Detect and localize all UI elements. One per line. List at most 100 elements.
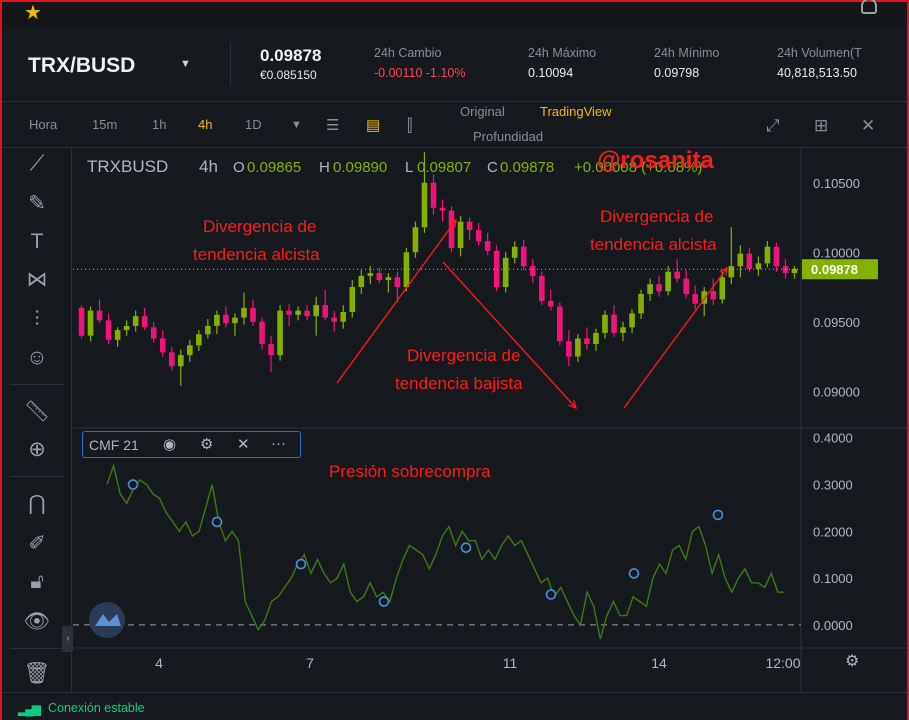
annotation-bullish-1-line1: Divergencia de [203, 217, 316, 236]
candle-body [241, 307, 247, 318]
candle-body [674, 271, 680, 279]
candle-body [665, 271, 671, 292]
eye-icon[interactable]: 👁︎ [22, 608, 52, 636]
view-depth[interactable]: Profundidad [473, 129, 543, 144]
cmf-axis[interactable]: 0.4000 0.3000 0.2000 0.1000 0.0000 [813, 431, 853, 633]
legend-low-label: L [405, 159, 413, 176]
indicator-name: CMF 21 [89, 437, 139, 453]
brush-icon[interactable]: ✎ [22, 190, 52, 218]
price-axis[interactable]: 0.10500 0.10000 0.09500 0.09000 0.09878 [802, 176, 878, 400]
timeframe-15m[interactable]: 15m [92, 117, 117, 132]
annotation-bullish-2-line1: Divergencia de [600, 207, 713, 226]
candle-body [439, 207, 446, 211]
chart-settings-icon[interactable]: ⚙ [845, 653, 859, 670]
zoom-in-icon[interactable]: ⊕ [22, 436, 52, 464]
indicator-settings-icon[interactable]: ⚙ [200, 435, 213, 453]
cmf-marker [295, 558, 307, 570]
timeframe-1d[interactable]: 1D [245, 117, 262, 132]
chart-area[interactable]: 0.10500 0.10000 0.09500 0.09000 0.09878 0.40… [73, 147, 907, 692]
stat-24h-change: 24h Cambio -0.00110 -1.10% [374, 46, 466, 80]
lock-drawing-icon[interactable]: ✐ [22, 530, 52, 558]
favorite-star-icon[interactable]: ★ [24, 0, 42, 25]
candle-body [602, 314, 608, 333]
prediction-icon[interactable]: ⫶ [22, 306, 52, 334]
timeframe-hora[interactable]: Hora [29, 117, 57, 132]
indicator-legend[interactable]: CMF 21 ◉ ⚙ ✕ ··· [82, 431, 301, 458]
timeframe-1h[interactable]: 1h [152, 117, 166, 132]
annotation-bearish-line2: tendencia bajista [395, 374, 523, 393]
cmf-marker [460, 542, 472, 553]
time-axis[interactable]: 4 7 11 14 12:00 [155, 655, 801, 671]
candle-body [638, 293, 644, 314]
visibility-eye-icon[interactable]: ◉ [163, 435, 176, 453]
candle-body [205, 325, 211, 335]
candle-body [196, 334, 202, 346]
last-price: 0.09878 [260, 46, 322, 65]
candle-body [584, 338, 590, 344]
magnet-icon[interactable]: ⋂ [22, 490, 52, 518]
trash-icon[interactable]: 🗑︎ [22, 660, 52, 688]
timeframe-4h[interactable]: 4h [198, 117, 212, 132]
stat-label: 24h Máximo [528, 46, 597, 60]
ruler-icon[interactable]: 📏︎ [22, 398, 52, 426]
last-price-label: 0.09878 [811, 262, 858, 277]
candle-body [791, 268, 798, 274]
chart-svg[interactable]: 0.10500 0.10000 0.09500 0.09000 0.09878 0.40… [73, 147, 907, 692]
price-tick-label: 0.10000 [813, 245, 860, 260]
candle-body [304, 310, 310, 317]
time-tick-label: 4 [155, 655, 163, 671]
candle-body [457, 221, 464, 249]
settings-sliders-icon[interactable]: ☰ [326, 116, 339, 134]
stat-label: 24h Volumen(T [777, 46, 862, 60]
more-options-icon[interactable]: ··· [271, 435, 286, 452]
notification-bell-icon[interactable] [861, 0, 877, 14]
watermark: @rosanita [597, 148, 714, 174]
sidebar-divider [10, 648, 64, 649]
pair-dropdown-icon[interactable]: ▼ [180, 58, 191, 70]
view-original[interactable]: Original [460, 104, 505, 119]
stat-value: 0.09798 [654, 66, 700, 80]
close-icon[interactable]: ✕ [861, 116, 875, 136]
candle-body [349, 287, 356, 313]
indicators-icon[interactable]: ▤ [366, 116, 380, 134]
text-tool-icon[interactable]: T [22, 228, 52, 256]
unlock-icon[interactable]: 🔓︎ [22, 568, 52, 596]
candle-type-icon[interactable]: ⫿ [407, 116, 412, 136]
candle-body [223, 314, 229, 324]
time-tick-label: 11 [503, 655, 518, 671]
cmf-marker [127, 479, 139, 490]
smiley-icon[interactable]: ☺ [22, 344, 52, 372]
stat-value: 40,818,513.50 [777, 66, 857, 80]
cmf-marker [378, 596, 390, 607]
crosshair-lines-icon[interactable]: ⟋ [22, 150, 52, 178]
candle-body [286, 310, 292, 315]
candle-body [141, 316, 148, 328]
pattern-icon[interactable]: ⋈ [22, 266, 52, 294]
legend-close: 0.09878 [500, 159, 554, 176]
candle-body [737, 253, 744, 267]
candle-body [168, 352, 175, 367]
candle-body [331, 317, 338, 322]
remove-indicator-icon[interactable]: ✕ [237, 435, 250, 453]
fullscreen-icon[interactable]: ⤢ [766, 116, 780, 136]
cmf-marker [545, 589, 557, 600]
candle-body [746, 253, 753, 269]
candle-body [96, 310, 103, 321]
cmf-marker [712, 509, 724, 521]
chart-toolbar: Hora 15m 1h 4h 1D ▼ ☰ ▤ ⫿ Original Tradi… [2, 104, 907, 148]
app-window: ★ TRX/BUSD ▼ 0.09878 €0.085150 24h Cambi… [0, 0, 909, 720]
trading-pair[interactable]: TRX/BUSD [28, 54, 135, 78]
candle-body [322, 305, 328, 318]
candle-body [277, 310, 283, 356]
candle-body [683, 278, 689, 294]
annotation-bearish-line1: Divergencia de [407, 346, 520, 365]
stat-24h-volume: 24h Volumen(T 40,818,513.50 [777, 46, 862, 80]
more-timeframes-icon[interactable]: ▼ [291, 119, 302, 131]
cmf-line [106, 463, 785, 640]
connection-status: Conexión estable [48, 701, 145, 715]
candle-body [150, 327, 157, 339]
view-tradingview[interactable]: TradingView [540, 104, 612, 119]
layout-grid-icon[interactable]: ⊞ [814, 116, 828, 136]
candle-body [656, 284, 662, 292]
time-tick-label: 7 [306, 655, 314, 671]
